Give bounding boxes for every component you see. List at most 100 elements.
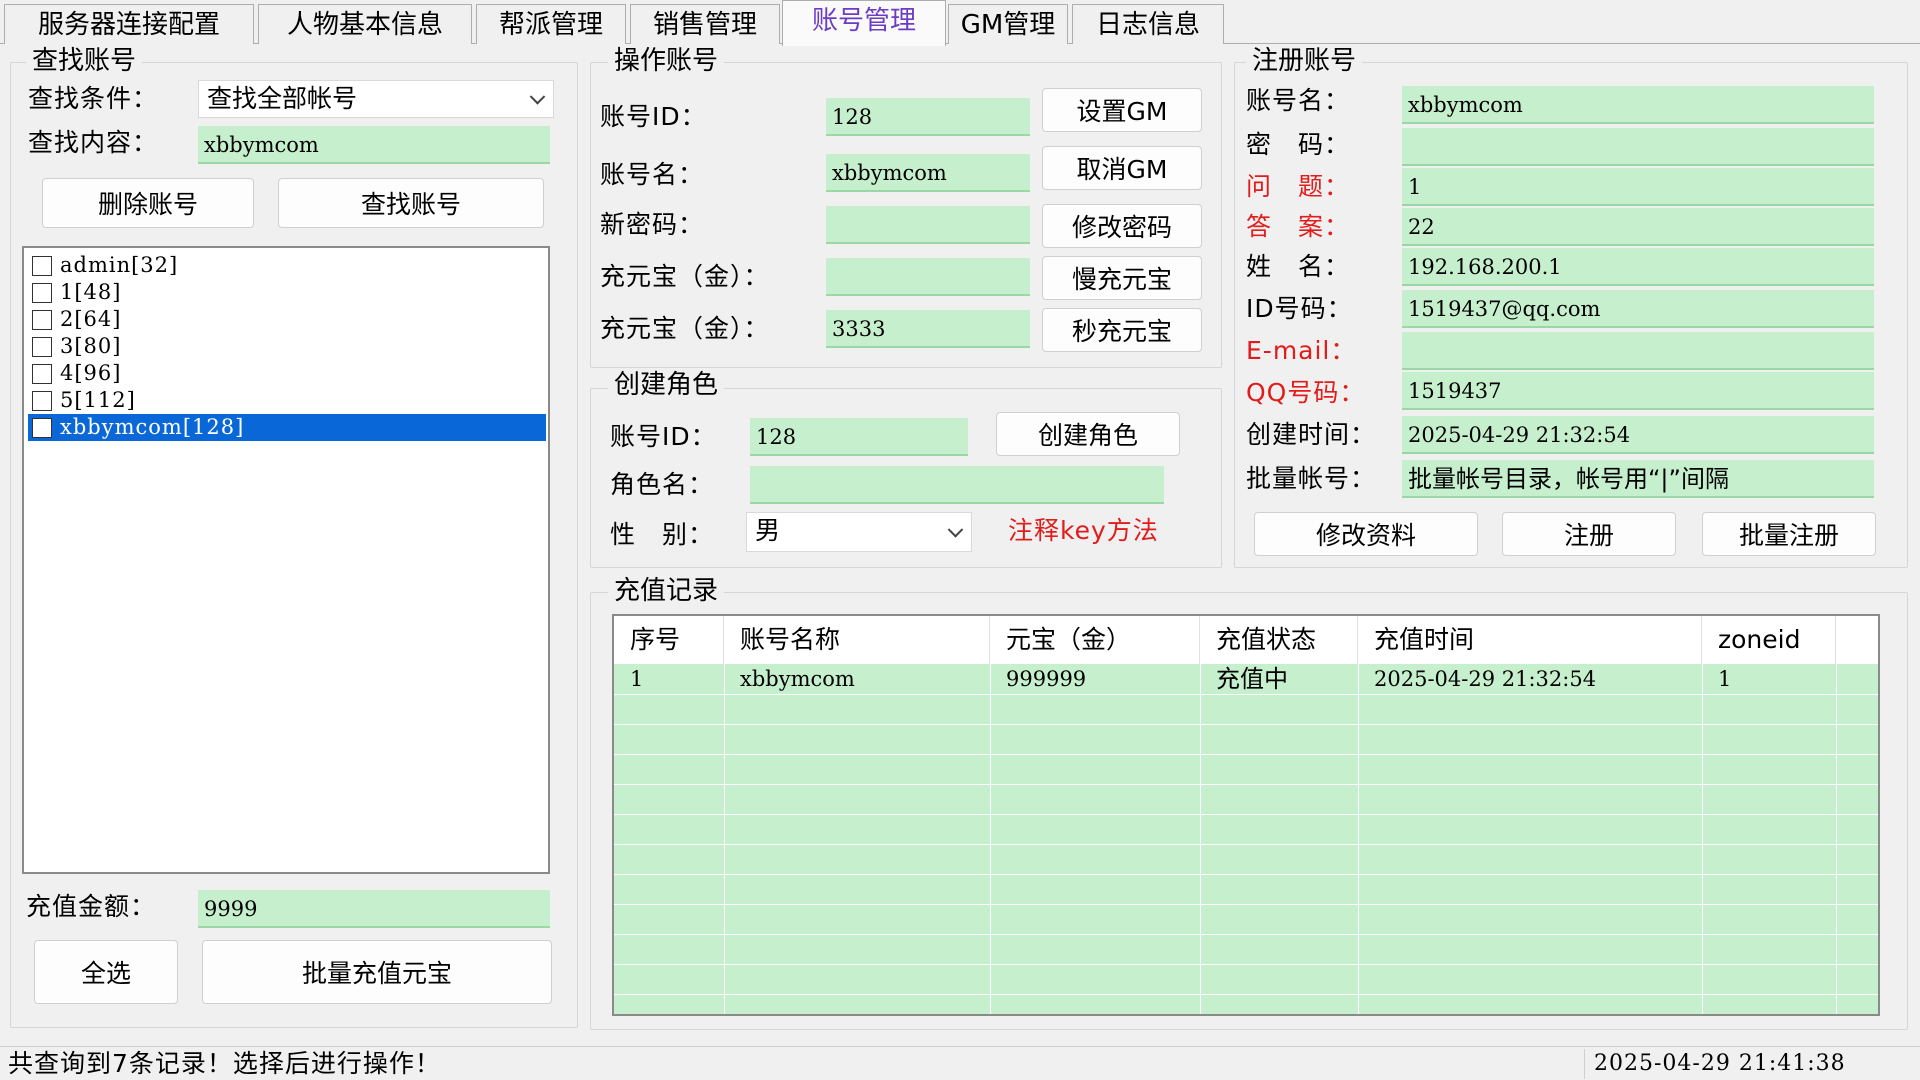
checkbox[interactable]: [32, 391, 52, 411]
reg-field-label: E-mail：: [1246, 336, 1357, 365]
checkbox[interactable]: [32, 256, 52, 276]
key-method-note: 注释key方法: [1008, 516, 1159, 545]
register-group-title: 注册账号: [1246, 46, 1363, 76]
tab-bar: 服务器连接配置 人物基本信息 帮派管理 销售管理 账号管理 GM管理 日志信息: [0, 0, 1920, 46]
grid-line: [614, 754, 1878, 755]
account-list[interactable]: admin[32] 1[48] 2[64] 3[80] 4[96] 5[112]…: [22, 246, 550, 874]
charge-amount-input[interactable]: 9999: [198, 890, 550, 928]
grid-line: [1200, 664, 1201, 1014]
new-password-input[interactable]: [826, 206, 1030, 244]
tab-sales[interactable]: 销售管理: [630, 4, 780, 44]
charge-amount-label: 充值金额：: [26, 892, 157, 921]
reg-created-time-input[interactable]: 2025-04-29 21:32:54: [1402, 416, 1874, 454]
checkbox[interactable]: [32, 364, 52, 384]
table-cell[interactable]: xbbymcom: [724, 664, 990, 694]
list-item[interactable]: 4[96]: [28, 360, 546, 387]
create-role-button[interactable]: 创建角色: [996, 412, 1180, 456]
reg-email-input[interactable]: [1402, 332, 1874, 370]
batch-register-button[interactable]: 批量注册: [1702, 512, 1876, 556]
charge-records-table[interactable]: 序号 账号名称 元宝（金） 充值状态 充值时间 zoneid 1 xbbymco…: [612, 614, 1880, 1016]
charge-ingot-input-2[interactable]: 3333: [826, 310, 1030, 348]
reg-qq-input[interactable]: 1519437: [1402, 372, 1874, 410]
list-item[interactable]: 1[48]: [28, 279, 546, 306]
charge-ingot-input[interactable]: [826, 258, 1030, 296]
slow-charge-button[interactable]: 慢充元宝: [1042, 256, 1202, 300]
reg-id-number-input[interactable]: 1519437@qq.com: [1402, 290, 1874, 328]
reg-field-label: 账号名：: [1246, 86, 1351, 115]
tab-character-info[interactable]: 人物基本信息: [258, 4, 472, 44]
reg-question-input[interactable]: 1: [1402, 168, 1874, 206]
table-cell[interactable]: 2025-04-29 21:32:54: [1358, 664, 1702, 694]
cancel-gm-button[interactable]: 取消GM: [1042, 146, 1202, 190]
table-cell[interactable]: 1: [614, 664, 724, 694]
chevron-down-icon: [947, 522, 964, 538]
set-gm-button[interactable]: 设置GM: [1042, 88, 1202, 132]
reg-account-name-input[interactable]: xbbymcom: [1402, 86, 1874, 124]
table-cell[interactable]: 充值中: [1200, 664, 1358, 694]
status-divider: [1584, 1049, 1585, 1079]
search-content-input[interactable]: xbbymcom: [198, 126, 550, 164]
create-group-title: 创建角色: [608, 370, 725, 400]
col-header[interactable]: 账号名称: [724, 616, 990, 664]
checkbox[interactable]: [32, 310, 52, 330]
grid-line: [614, 724, 1878, 725]
reg-field-label: 创建时间：: [1246, 420, 1377, 449]
checkbox[interactable]: [32, 283, 52, 303]
grid-line: [1358, 664, 1359, 1014]
grid-line: [614, 934, 1878, 935]
modify-profile-button[interactable]: 修改资料: [1254, 512, 1478, 556]
reg-field-label: ID号码：: [1246, 294, 1353, 323]
table-cell[interactable]: 999999: [990, 664, 1200, 694]
grid-line: [614, 694, 1878, 695]
list-item[interactable]: admin[32]: [28, 252, 546, 279]
col-header[interactable]: 序号: [614, 616, 724, 664]
search-condition-value: 查找全部帐号: [207, 84, 358, 113]
col-header[interactable]: 元宝（金）: [990, 616, 1200, 664]
find-account-button[interactable]: 查找账号: [278, 178, 544, 228]
table-cell[interactable]: 1: [1702, 664, 1836, 694]
batch-charge-button[interactable]: 批量充值元宝: [202, 940, 552, 1004]
tab-server-config[interactable]: 服务器连接配置: [4, 4, 254, 44]
list-item[interactable]: 5[112]: [28, 387, 546, 414]
reg-field-label: QQ号码：: [1246, 378, 1366, 407]
register-button[interactable]: 注册: [1502, 512, 1676, 556]
checkbox[interactable]: [32, 337, 52, 357]
operate-id-input[interactable]: 128: [826, 98, 1030, 136]
create-id-input[interactable]: 128: [750, 418, 968, 456]
search-group-title: 查找账号: [26, 46, 143, 76]
tab-logs[interactable]: 日志信息: [1072, 4, 1224, 44]
checkbox[interactable]: [32, 418, 52, 438]
list-item-selected[interactable]: xbbymcom[128]: [28, 414, 546, 441]
new-password-label: 新密码：: [600, 210, 705, 239]
reg-name-input[interactable]: 192.168.200.1: [1402, 248, 1874, 286]
grid-line: [614, 844, 1878, 845]
delete-account-button[interactable]: 删除账号: [42, 178, 254, 228]
tab-guild[interactable]: 帮派管理: [476, 4, 626, 44]
chevron-down-icon: [529, 89, 546, 105]
col-header[interactable]: 充值状态: [1200, 616, 1358, 664]
tab-gm[interactable]: GM管理: [948, 4, 1068, 44]
change-password-button[interactable]: 修改密码: [1042, 204, 1202, 248]
operate-group-title: 操作账号: [608, 46, 725, 76]
grid-line: [614, 964, 1878, 965]
instant-charge-button[interactable]: 秒充元宝: [1042, 308, 1202, 352]
reg-batch-accounts-input[interactable]: 批量帐号目录，帐号用“|”间隔: [1402, 460, 1874, 498]
operate-name-input[interactable]: xbbymcom: [826, 154, 1030, 192]
col-header[interactable]: zoneid: [1702, 616, 1836, 664]
col-header[interactable]: 充值时间: [1358, 616, 1702, 664]
grid-line: [1702, 664, 1703, 1014]
search-condition-select[interactable]: 查找全部帐号: [198, 80, 554, 118]
select-all-button[interactable]: 全选: [34, 940, 178, 1004]
grid-line: [614, 814, 1878, 815]
reg-field-label: 批量帐号：: [1246, 464, 1377, 493]
reg-password-input[interactable]: [1402, 128, 1874, 166]
create-id-label: 账号ID：: [610, 422, 717, 451]
reg-answer-input[interactable]: 22: [1402, 208, 1874, 246]
tab-account[interactable]: 账号管理: [782, 0, 946, 46]
role-name-input[interactable]: [750, 466, 1164, 504]
list-item[interactable]: 3[80]: [28, 333, 546, 360]
grid-line: [614, 904, 1878, 905]
gender-select[interactable]: 男: [746, 512, 972, 552]
list-item[interactable]: 2[64]: [28, 306, 546, 333]
reg-field-label: 密 码：: [1246, 130, 1351, 159]
